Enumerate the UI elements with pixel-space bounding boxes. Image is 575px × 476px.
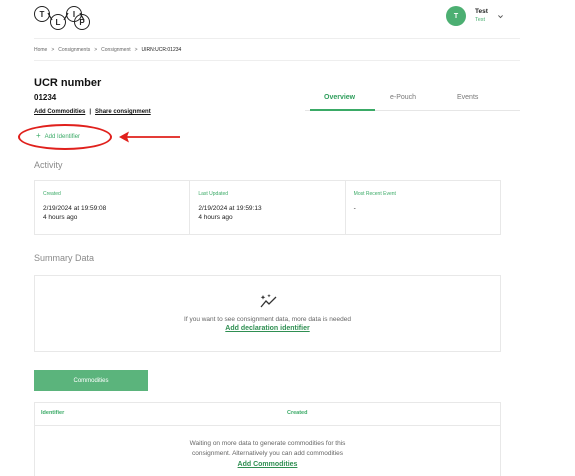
activity-value: 2/19/2024 at 19:59:13 — [198, 205, 262, 212]
action-links: Add Commodities | Share consignment — [34, 109, 151, 115]
activity-heading: Activity — [34, 160, 63, 170]
summary-message: If you want to see consignment data, mor… — [184, 316, 351, 323]
tab-bar: Overview e-Pouch Events — [305, 94, 520, 114]
breadcrumb-consignment[interactable]: Consignment — [101, 47, 130, 53]
activity-value: 2/19/2024 at 19:59:08 — [43, 205, 107, 212]
avatar[interactable]: T — [446, 6, 466, 26]
tab-overview[interactable]: Overview — [324, 94, 355, 101]
header-divider — [34, 38, 520, 39]
breadcrumb-consignments[interactable]: Consignments — [58, 47, 90, 53]
activity-sub: 4 hours ago — [198, 214, 233, 221]
activity-created: Created 2/19/2024 at 19:59:08 4 hours ag… — [35, 181, 191, 234]
column-header-created[interactable]: Created — [287, 410, 307, 416]
add-declaration-identifier-link[interactable]: Add declaration identifier — [35, 325, 500, 332]
share-consignment-link[interactable]: Share consignment — [95, 109, 151, 115]
column-header-identifier[interactable]: Identifier — [41, 410, 64, 416]
commodities-button[interactable]: Commodities — [34, 370, 148, 391]
activity-panel: Created 2/19/2024 at 19:59:08 4 hours ag… — [34, 180, 501, 235]
breadcrumb: Home > Consignments > Consignment > UIRN:UCR:0… — [34, 47, 182, 53]
commodities-empty-message: Waiting on more data to generate commodi… — [35, 439, 500, 459]
tab-events[interactable]: Events — [457, 94, 478, 101]
logo-letter-l: L — [50, 14, 66, 30]
commodities-table: Identifier Created Waiting on more data … — [34, 402, 501, 476]
page-title: UCR number — [34, 77, 102, 89]
add-commodities-link[interactable]: Add Commodities — [34, 109, 85, 115]
logo-letter-p: P — [74, 14, 90, 30]
activity-label: Created — [43, 191, 61, 197]
chevron-down-icon[interactable] — [497, 13, 504, 20]
add-commodities-table-link[interactable]: Add Commodities — [35, 461, 500, 468]
breadcrumb-home[interactable]: Home — [34, 47, 47, 53]
activity-last-updated: Last Updated 2/19/2024 at 19:59:13 4 hou… — [190, 181, 346, 234]
table-header-divider — [35, 425, 500, 426]
tab-epouch[interactable]: e-Pouch — [390, 94, 416, 101]
activity-recent-event: Most Recent Event - — [346, 181, 500, 234]
tab-active-indicator — [310, 109, 375, 111]
activity-value: - — [353, 205, 356, 212]
message-line: consignment. Alternatively you can add c… — [191, 450, 344, 457]
annotation-ellipse — [18, 124, 112, 150]
user-subtitle: Test — [475, 17, 486, 23]
activity-sub: 4 hours ago — [43, 214, 78, 221]
summary-panel: If you want to see consignment data, mor… — [34, 275, 501, 352]
tlip-logo[interactable]: T L I P — [34, 6, 90, 30]
user-name: Test — [475, 8, 488, 15]
ucr-value: 01234 — [34, 93, 57, 102]
activity-label: Most Recent Event — [353, 191, 396, 197]
breadcrumb-current: UIRN:UCR:01234 — [141, 47, 182, 53]
sparkle-chart-icon — [260, 294, 277, 308]
logo-letter-t: T — [34, 6, 50, 22]
annotation-arrow-icon — [119, 131, 180, 143]
user-menu[interactable]: T Test Test — [446, 6, 504, 26]
breadcrumb-divider — [34, 60, 520, 61]
activity-label: Last Updated — [198, 191, 229, 197]
message-line: Waiting on more data to generate commodi… — [189, 440, 346, 447]
summary-heading: Summary Data — [34, 253, 95, 263]
